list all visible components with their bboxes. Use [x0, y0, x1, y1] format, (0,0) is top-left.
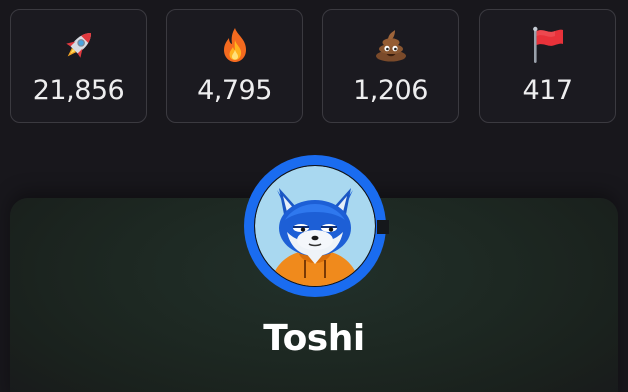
reaction-count: 21,856 [32, 75, 125, 106]
reaction-stats: 21,856 4,795 1,206 417 [10, 9, 618, 125]
token-profile-page: 21,856 4,795 1,206 417 Toshi [0, 0, 628, 392]
profile-name: Toshi [263, 318, 365, 359]
reaction-flag-button[interactable]: 417 [479, 9, 616, 123]
reaction-count: 4,795 [197, 75, 272, 106]
avatar [239, 150, 391, 302]
reaction-poop-button[interactable]: 1,206 [322, 9, 459, 123]
fire-icon [167, 27, 302, 63]
rocket-icon [11, 27, 146, 63]
reaction-count: 1,206 [353, 75, 428, 106]
poop-icon [323, 27, 458, 63]
reaction-count: 417 [522, 75, 573, 106]
red-flag-icon [480, 26, 615, 63]
reaction-rocket-button[interactable]: 21,856 [10, 9, 147, 123]
reaction-fire-button[interactable]: 4,795 [166, 9, 303, 123]
fox-avatar-icon [244, 155, 389, 297]
